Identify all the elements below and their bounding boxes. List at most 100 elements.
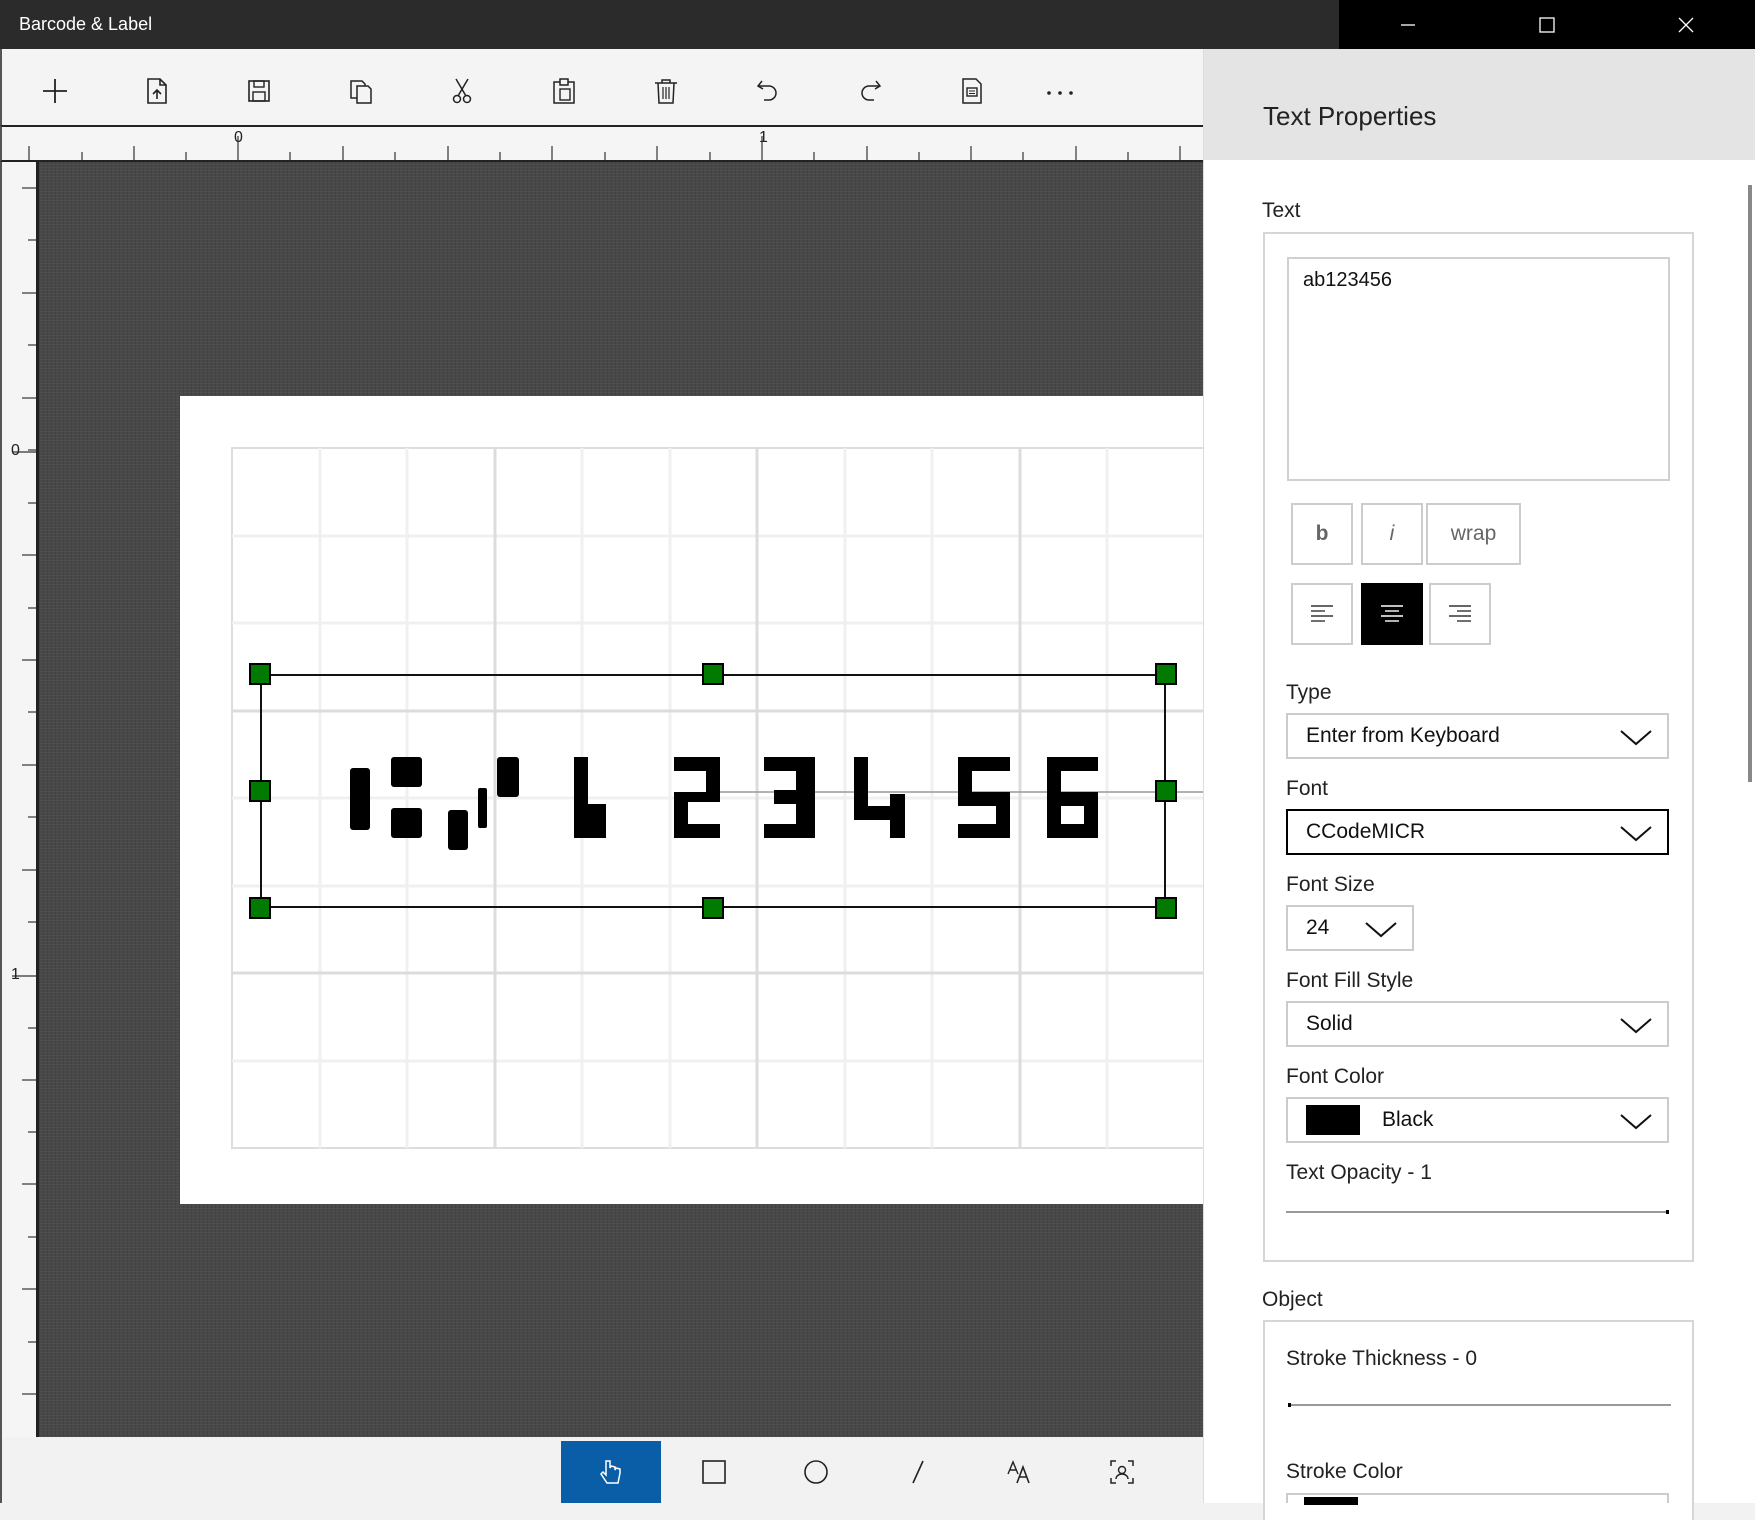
delete-icon	[655, 79, 677, 104]
panel-title: Text Properties	[1263, 101, 1437, 131]
resize-handle-bottom-left[interactable]	[249, 897, 271, 919]
undo-icon	[756, 80, 777, 101]
close-icon	[1678, 17, 1694, 32]
new-button[interactable]	[33, 69, 77, 113]
text-tool-button[interactable]	[970, 1441, 1070, 1503]
type-label: Type	[1286, 681, 1332, 704]
print-icon	[962, 78, 982, 104]
label-page[interactable]: ab123456	[180, 396, 1203, 1204]
align-right-button[interactable]	[1429, 583, 1491, 645]
vertical-ruler-ticks	[12, 187, 36, 1395]
design-canvas[interactable]: ab123456	[39, 162, 1203, 1437]
stroke-thickness-thumb[interactable]	[1288, 1403, 1291, 1407]
type-dropdown[interactable]: Enter from Keyboard	[1286, 713, 1669, 759]
align-left-button[interactable]	[1291, 583, 1353, 645]
ellipse-tool-button[interactable]	[766, 1441, 866, 1503]
italic-button[interactable]: i	[1361, 503, 1423, 565]
text-input[interactable]: ab123456	[1287, 257, 1670, 481]
import-button[interactable]	[135, 69, 179, 113]
line-tool-icon	[912, 1460, 924, 1484]
text-tool-icon	[1007, 1460, 1030, 1484]
rectangle-tool-icon	[702, 1460, 726, 1484]
maximize-button[interactable]	[1478, 0, 1617, 49]
stroke-thickness-label: Stroke Thickness - 0	[1286, 1347, 1478, 1370]
line-tool-button[interactable]	[868, 1441, 968, 1503]
text-section-label: Text	[1262, 199, 1301, 222]
cut-button[interactable]	[440, 69, 484, 113]
font-color-dropdown[interactable]: Black	[1286, 1097, 1669, 1143]
stroke-color-dropdown[interactable]	[1286, 1493, 1669, 1505]
resize-handle-top-center[interactable]	[702, 663, 724, 685]
minimize-button[interactable]	[1339, 0, 1478, 49]
print-preview-button[interactable]	[950, 69, 994, 113]
select-tool-icon	[600, 1460, 621, 1484]
close-button[interactable]	[1616, 0, 1755, 49]
align-center-button[interactable]	[1361, 583, 1423, 645]
font-dropdown[interactable]: CCodeMICR	[1286, 809, 1669, 855]
import-icon	[147, 78, 167, 104]
resize-handle-top-right[interactable]	[1155, 663, 1177, 685]
redo-button[interactable]	[848, 69, 892, 113]
window-title: Barcode & Label	[19, 14, 153, 34]
h-ruler-label-0: 0	[234, 129, 243, 146]
resize-handle-top-left[interactable]	[249, 663, 271, 685]
resize-handle-bottom-right[interactable]	[1155, 897, 1177, 919]
text-object[interactable]: ab123456	[260, 674, 1166, 908]
text-opacity-slider[interactable]	[1286, 1210, 1669, 1214]
title-bar: Barcode & Label	[0, 0, 1755, 49]
font-color-value: Black	[1382, 1108, 1434, 1131]
fill-style-label: Font Fill Style	[1286, 969, 1414, 992]
minimize-icon	[1401, 23, 1416, 26]
ellipse-tool-icon	[804, 1460, 828, 1484]
resize-handle-bottom-center[interactable]	[702, 897, 724, 919]
stroke-thickness-slider[interactable]	[1288, 1403, 1671, 1407]
paste-button[interactable]	[542, 69, 586, 113]
delete-button[interactable]	[644, 69, 688, 113]
new-icon	[43, 79, 67, 103]
align-left-icon	[1311, 605, 1333, 622]
bold-button[interactable]: b	[1291, 503, 1353, 565]
align-center-icon	[1381, 605, 1403, 622]
rectangle-tool-button[interactable]	[664, 1441, 764, 1503]
paste-icon	[553, 78, 575, 104]
object-section-label: Object	[1262, 1288, 1323, 1311]
font-size-value: 24	[1306, 916, 1330, 939]
fill-style-dropdown[interactable]: Solid	[1286, 1001, 1669, 1047]
wrap-button[interactable]: wrap	[1426, 503, 1521, 565]
font-size-label: Font Size	[1286, 873, 1375, 896]
copy-button[interactable]	[339, 69, 383, 113]
save-button[interactable]	[237, 69, 281, 113]
more-button[interactable]	[1038, 69, 1082, 113]
resize-handle-middle-left[interactable]	[249, 780, 271, 802]
barcode-tool-icon	[1110, 1460, 1134, 1484]
window-controls	[1339, 0, 1755, 49]
align-right-icon	[1449, 605, 1471, 622]
vertical-ruler: 0 1	[0, 162, 39, 1437]
font-color-swatch	[1306, 1105, 1360, 1135]
wrap-label: wrap	[1450, 522, 1497, 545]
panel-header: Text Properties	[1204, 49, 1755, 160]
h-ruler-label-1: 1	[759, 129, 768, 146]
v-ruler-label-0: 0	[11, 442, 20, 459]
chevron-down-icon	[1620, 1018, 1652, 1034]
chevron-down-icon	[1365, 922, 1397, 938]
undo-button[interactable]	[746, 69, 790, 113]
redo-icon	[861, 80, 882, 101]
font-size-dropdown[interactable]: 24	[1286, 905, 1414, 951]
text-opacity-thumb[interactable]	[1666, 1210, 1669, 1214]
chevron-down-icon	[1620, 730, 1652, 746]
select-tool-button[interactable]	[561, 1441, 661, 1503]
horizontal-ruler-ticks	[28, 136, 1181, 160]
chevron-down-icon	[1620, 1114, 1652, 1130]
main-toolbar	[0, 49, 1203, 125]
fill-style-value: Solid	[1306, 1012, 1353, 1035]
drawing-tools-bar	[0, 1437, 1203, 1503]
barcode-tool-button[interactable]	[1072, 1441, 1172, 1503]
text-opacity-label: Text Opacity - 1	[1286, 1161, 1432, 1184]
more-icon	[1047, 91, 1073, 95]
panel-scrollbar[interactable]	[1748, 185, 1752, 782]
resize-handle-middle-right[interactable]	[1155, 780, 1177, 802]
stroke-color-label: Stroke Color	[1286, 1460, 1403, 1483]
type-value: Enter from Keyboard	[1306, 724, 1500, 747]
save-icon	[248, 80, 270, 102]
